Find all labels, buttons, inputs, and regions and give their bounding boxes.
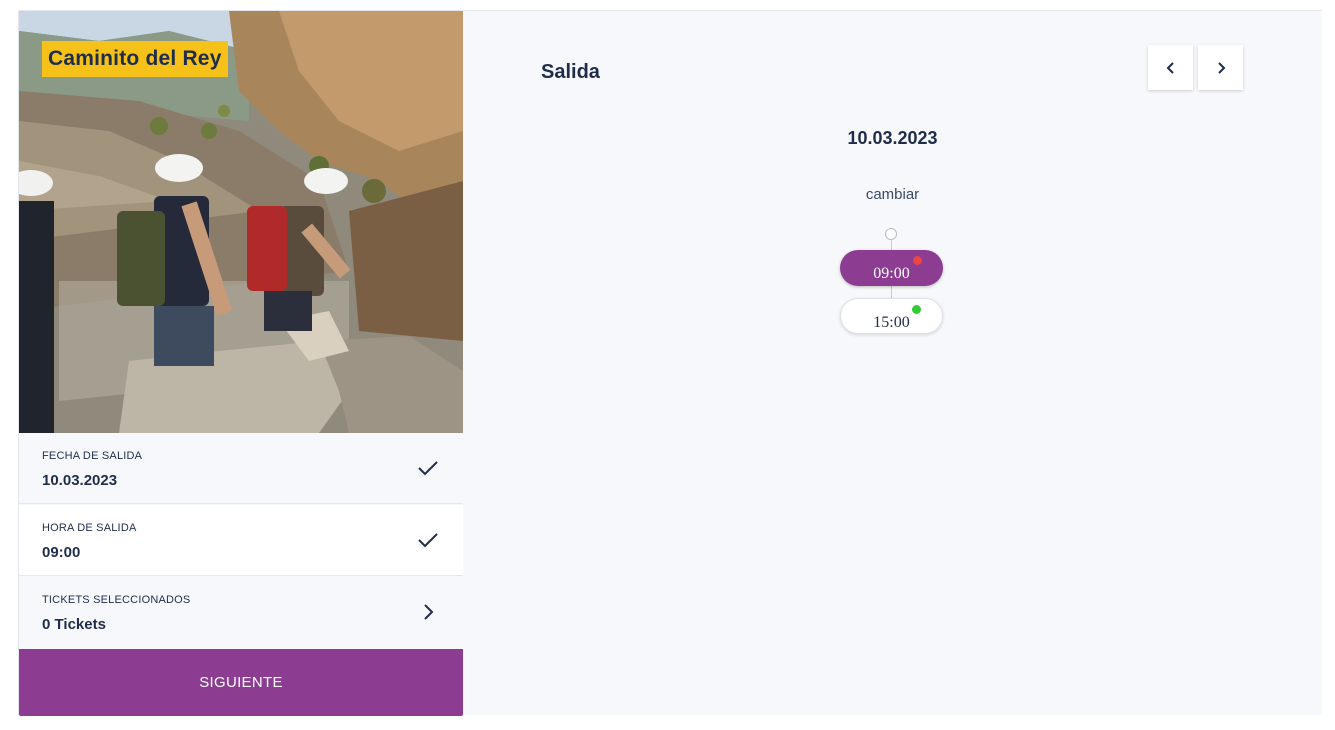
departure-time-value: 09:00 xyxy=(42,544,81,561)
departure-date-label: FECHA DE SALIDA xyxy=(42,450,143,462)
chevron-right-icon xyxy=(1217,61,1225,74)
timeline-start-dot xyxy=(885,228,897,240)
tickets-label: TICKETS SELECCIONADOS xyxy=(42,594,191,606)
next-button[interactable]: SIGUIENTE xyxy=(19,649,463,716)
departure-time-label: HORA DE SALIDA xyxy=(42,522,137,534)
time-slot-label: 15:00 xyxy=(873,314,910,331)
tickets-summary[interactable]: TICKETS SELECCIONADOS 0 Tickets xyxy=(19,577,463,648)
tour-title: Caminito del Rey xyxy=(42,41,228,77)
booking-summary-panel: Caminito del Rey FECHA DE SALIDA 10.03.2… xyxy=(19,11,463,716)
departure-date-summary[interactable]: FECHA DE SALIDA 10.03.2023 xyxy=(19,433,463,504)
departure-selection-panel: Salida 10.03.2023 cambiar 09:00 15:00 xyxy=(463,11,1322,715)
check-icon xyxy=(418,461,438,476)
time-slot[interactable]: 15:00 xyxy=(840,298,943,334)
check-icon xyxy=(418,533,438,548)
departure-time-summary[interactable]: HORA DE SALIDA 09:00 xyxy=(19,505,463,576)
tour-photo: Caminito del Rey xyxy=(19,11,463,433)
availability-dot xyxy=(913,256,922,265)
time-slot-label: 09:00 xyxy=(873,265,910,282)
previous-day-button[interactable] xyxy=(1148,45,1193,90)
panel-title: Salida xyxy=(541,61,600,83)
availability-dot xyxy=(912,305,921,314)
tickets-value: 0 Tickets xyxy=(42,616,106,633)
next-day-button[interactable] xyxy=(1198,45,1243,90)
chevron-right-icon xyxy=(424,604,434,620)
departure-date-value: 10.03.2023 xyxy=(42,472,118,489)
change-date-link[interactable]: cambiar xyxy=(463,186,1322,203)
booking-card: Caminito del Rey FECHA DE SALIDA 10.03.2… xyxy=(18,10,1322,716)
selected-date: 10.03.2023 xyxy=(847,128,938,148)
time-slot[interactable]: 09:00 xyxy=(840,250,943,286)
chevron-left-icon xyxy=(1166,61,1174,74)
